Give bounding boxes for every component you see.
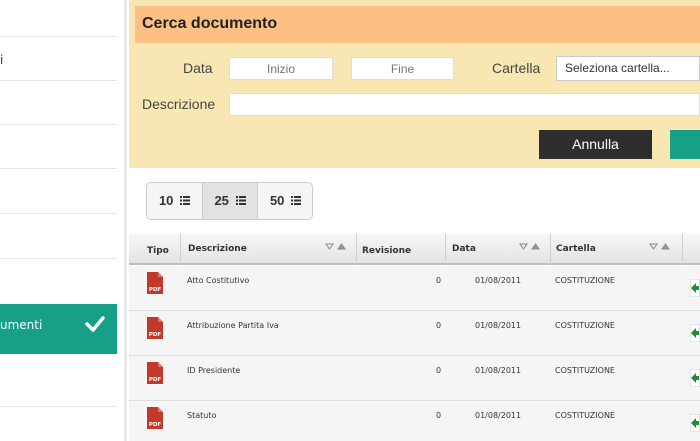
column-header-label: Tipo [147,246,169,256]
description-input[interactable] [229,93,700,116]
sidebar-item[interactable] [0,169,117,214]
table-row[interactable]: PDF Statuto 0 01/08/2011 COSTITUZIONE [129,401,700,441]
table-row[interactable]: PDF ID Presidente 0 01/08/2011 COSTITUZI… [129,356,700,401]
column-header-type[interactable]: Tipo [129,234,180,265]
document-date: 01/08/2011 [475,321,522,330]
document-date: 01/08/2011 [475,366,522,375]
sidebar: i umenti [0,0,117,441]
column-header-folder[interactable]: Cartella [551,234,682,265]
svg-text:PDF: PDF [149,332,162,338]
download-icon[interactable] [690,279,700,297]
download-icon[interactable] [690,414,700,432]
sort-icon[interactable] [325,242,347,252]
page-size-label: 50 [269,193,285,208]
list-icon [180,196,191,205]
sidebar-item-documenti[interactable]: umenti [0,304,117,354]
document-description: ID Presidente [187,366,241,375]
date-label: Data [183,60,213,76]
sidebar-divider [124,0,127,441]
page-size-label: 10 [158,193,174,208]
search-panel-header: Cerca documento [135,6,700,43]
page-size-25-button[interactable]: 25 [203,183,258,219]
list-icon [235,196,246,205]
column-divider [682,234,683,265]
sidebar-item[interactable]: i [0,37,117,81]
page-title: Cerca documento [142,15,278,32]
sort-icon[interactable] [649,242,671,252]
table-row[interactable]: PDF Attribuzione Partita Iva 0 01/08/201… [129,311,700,356]
sidebar-item[interactable] [0,81,117,125]
column-header-label: Data [452,244,476,254]
list-icon [291,196,302,205]
document-folder: COSTITUZIONE [555,321,615,330]
column-header-description[interactable]: Descrizione [181,234,356,265]
document-description: Statuto [187,411,217,420]
start-date-input[interactable] [229,57,333,80]
pdf-icon[interactable]: PDF [146,272,164,294]
end-date-input[interactable] [351,57,454,80]
pdf-icon[interactable]: PDF [146,362,164,384]
document-folder: COSTITUZIONE [555,366,615,375]
search-button[interactable] [670,130,700,159]
column-header-revision[interactable]: Revisione [357,234,445,265]
document-folder: COSTITUZIONE [555,276,615,285]
document-revision: 0 [436,366,442,375]
page-size-label: 25 [214,193,229,208]
column-header-label: Descrizione [188,244,247,254]
document-date: 01/08/2011 [475,276,522,285]
sidebar-item-label: i [0,53,4,67]
document-revision: 0 [436,411,442,420]
search-panel: Cerca documento Data Cartella Seleziona … [129,0,700,168]
svg-text:PDF: PDF [149,422,162,428]
document-description: Atto Costitutivo [187,276,250,285]
sidebar-item-label: umenti [0,318,43,332]
description-label: Descrizione [142,96,216,112]
document-description: Attribuzione Partita Iva [187,321,279,330]
column-header-label: Cartella [556,244,596,254]
folder-label: Cartella [492,60,541,76]
table-row[interactable]: PDF Atto Costitutivo 0 01/08/2011 COSTIT… [129,266,700,311]
sidebar-item[interactable] [0,214,117,259]
svg-text:PDF: PDF [149,287,162,293]
column-header-date[interactable]: Data [446,234,550,265]
page-size-50-button[interactable]: 50 [258,183,312,219]
cancel-button[interactable]: Annulla [539,130,652,159]
svg-text:PDF: PDF [149,377,162,383]
table-header: Tipo Descrizione Revisione Data Cartella [129,234,700,265]
sidebar-item[interactable] [0,354,117,407]
download-icon[interactable] [690,369,700,387]
page-size-selector: 10 25 50 [146,182,313,220]
sidebar-item[interactable] [0,0,117,37]
document-revision: 0 [436,321,442,330]
document-date: 01/08/2011 [475,411,522,420]
sort-icon[interactable] [519,242,541,252]
folder-select[interactable]: Seleziona cartella... [556,56,700,81]
document-revision: 0 [436,276,442,285]
check-icon [85,316,105,332]
pdf-icon[interactable]: PDF [146,317,164,339]
sidebar-item[interactable] [0,125,117,169]
column-header-label: Revisione [362,246,412,256]
sidebar-item[interactable] [0,259,117,304]
document-folder: COSTITUZIONE [555,411,615,420]
download-icon[interactable] [690,324,700,342]
pdf-icon[interactable]: PDF [146,407,164,429]
page-size-10-button[interactable]: 10 [147,183,203,219]
